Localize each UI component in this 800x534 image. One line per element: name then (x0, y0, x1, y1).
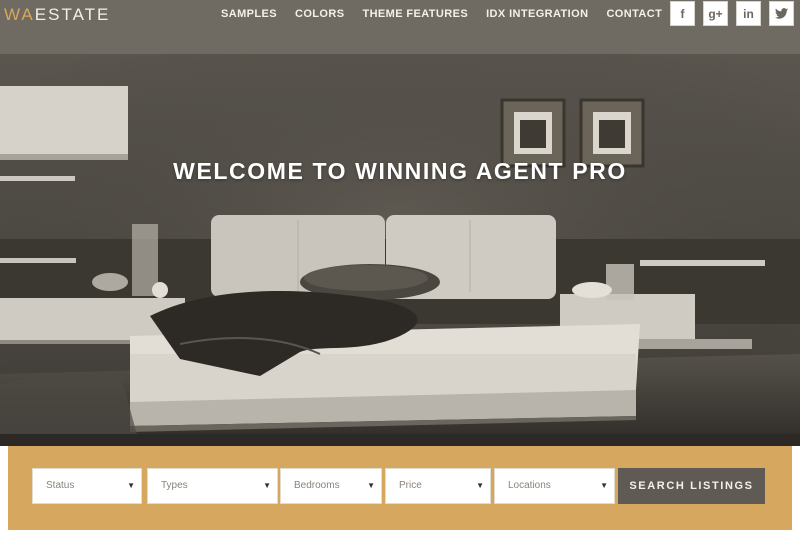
hero-banner: WELCOME TO WINNING AGENT PRO (0, 54, 800, 446)
locations-select[interactable]: Locations ▼ (494, 468, 615, 504)
nav-item-contact[interactable]: CONTACT (597, 6, 671, 22)
nav-item-theme-features[interactable]: THEME FEATURES (353, 6, 477, 22)
types-select-label: Types (161, 480, 188, 491)
facebook-glyph: f (680, 6, 685, 21)
site-header: WAESTATE SAMPLES COLORS THEME FEATURES I… (0, 0, 800, 54)
main-nav: SAMPLES COLORS THEME FEATURES IDX INTEGR… (212, 6, 671, 22)
types-select[interactable]: Types ▼ (147, 468, 278, 504)
caret-down-icon: ▼ (127, 481, 135, 490)
status-select-label: Status (46, 480, 75, 491)
hero-title: WELCOME TO WINNING AGENT PRO (173, 158, 627, 184)
logo-text: ESTATE (34, 5, 111, 24)
search-bar: Status ▼ Types ▼ Bedrooms ▼ Price ▼ Loca… (8, 446, 792, 530)
bedroom-photo (0, 54, 800, 446)
linkedin-glyph: in (743, 6, 754, 21)
price-select-label: Price (399, 480, 422, 491)
twitter-icon[interactable] (769, 1, 794, 26)
locations-select-label: Locations (508, 480, 551, 491)
bedrooms-select[interactable]: Bedrooms ▼ (280, 468, 382, 504)
caret-down-icon: ▼ (600, 481, 608, 490)
nav-item-samples[interactable]: SAMPLES (212, 6, 286, 22)
linkedin-icon[interactable]: in (736, 1, 761, 26)
price-select[interactable]: Price ▼ (385, 468, 491, 504)
bedrooms-select-label: Bedrooms (294, 480, 340, 491)
google-plus-glyph: g+ (708, 6, 723, 21)
status-select[interactable]: Status ▼ (32, 468, 142, 504)
caret-down-icon: ▼ (263, 481, 271, 490)
facebook-icon[interactable]: f (670, 1, 695, 26)
nav-item-idx-integration[interactable]: IDX INTEGRATION (477, 6, 597, 22)
social-links: f g+ in (670, 1, 794, 26)
logo-accent: WA (4, 5, 35, 24)
caret-down-icon: ▼ (476, 481, 484, 490)
caret-down-icon: ▼ (367, 481, 375, 490)
site-logo[interactable]: WAESTATE (4, 5, 110, 25)
twitter-bird-icon (775, 8, 788, 19)
search-listings-button[interactable]: SEARCH LISTINGS (618, 468, 765, 504)
google-plus-icon[interactable]: g+ (703, 1, 728, 26)
nav-item-colors[interactable]: COLORS (286, 6, 353, 22)
